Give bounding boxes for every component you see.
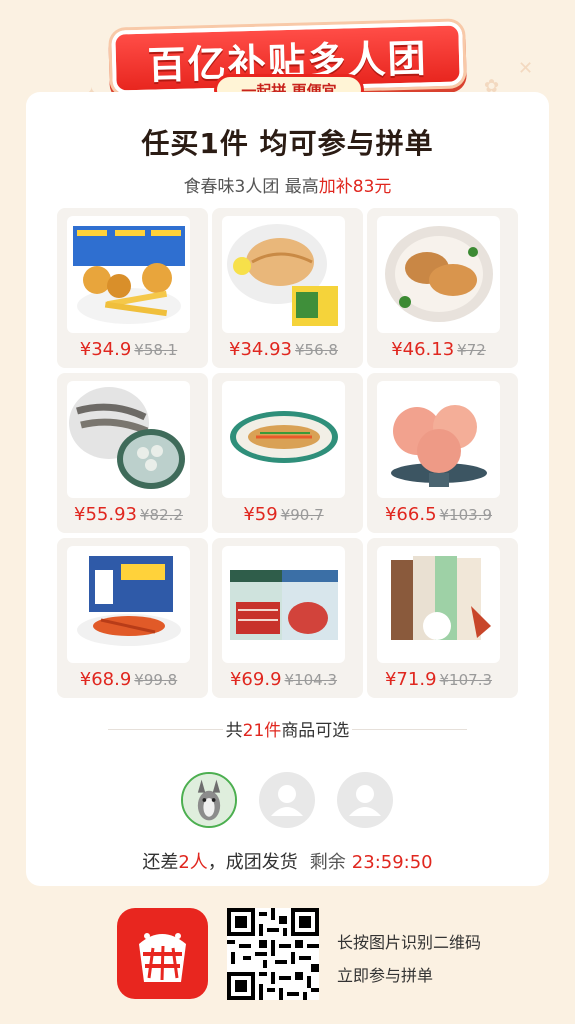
- product-card[interactable]: ¥34.93 ¥56.8: [212, 208, 363, 368]
- product-price: ¥59: [243, 504, 278, 525]
- product-original-price: ¥103.9: [439, 506, 493, 524]
- product-count-number: 21件: [242, 721, 282, 741]
- product-original-price: ¥90.7: [280, 506, 324, 524]
- group-status-suffix: ，成团发货: [207, 852, 298, 873]
- product-image-beef-slices: [222, 546, 345, 663]
- product-price: ¥66.5: [384, 504, 437, 525]
- product-image-lobster-box: [67, 546, 190, 663]
- product-card[interactable]: ¥55.93 ¥82.2: [57, 373, 208, 533]
- product-image-pork-cutlet: [377, 216, 500, 333]
- footer-instructions: 长按图片识别二维码 立即参与拼单: [337, 926, 481, 992]
- price-row: ¥69.9 ¥104.3: [212, 669, 355, 690]
- product-original-price: ¥72: [457, 341, 486, 359]
- product-price: ¥69.9: [229, 669, 282, 690]
- price-row: ¥66.5 ¥103.9: [367, 504, 510, 525]
- countdown-timer: 23:59:50: [351, 852, 433, 873]
- product-price: ¥46.13: [391, 339, 455, 360]
- product-image-shrimp-balls: [377, 381, 500, 498]
- product-card[interactable]: ¥66.5 ¥103.9: [367, 373, 518, 533]
- product-price: ¥68.9: [79, 669, 132, 690]
- product-count: 共21件商品可选: [26, 716, 549, 741]
- subsidy-info: 食春味3人团 最高加补83元: [26, 172, 549, 197]
- product-original-price: ¥56.8: [295, 341, 338, 359]
- price-row: ¥68.9 ¥99.8: [57, 669, 200, 690]
- product-card[interactable]: ¥68.9 ¥99.8: [57, 538, 208, 698]
- pinduoduo-logo: [117, 908, 208, 999]
- product-count-suffix: 商品可选: [281, 721, 350, 741]
- product-card[interactable]: ¥34.9 ¥58.1: [57, 208, 208, 368]
- product-price: ¥34.9: [79, 339, 132, 360]
- product-image-shrimp: [67, 381, 190, 498]
- product-card[interactable]: ¥71.9 ¥107.3: [367, 538, 518, 698]
- price-row: ¥34.93 ¥56.8: [212, 339, 355, 360]
- product-original-price: ¥104.3: [284, 671, 338, 689]
- empty-avatar-icon: [259, 772, 315, 828]
- price-row: ¥59 ¥90.7: [212, 504, 355, 525]
- product-original-price: ¥99.8: [134, 671, 178, 689]
- avatar: [181, 772, 237, 828]
- price-row: ¥46.13 ¥72: [367, 339, 510, 360]
- main-card: 任买1件 均可参与拼单 食春味3人团 最高加补83元 ¥34.9 ¥58.1 ¥…: [26, 92, 549, 886]
- product-image-chicken-breast: [222, 216, 345, 333]
- product-image-fried-snacks: [67, 216, 190, 333]
- product-card[interactable]: ¥59 ¥90.7: [212, 373, 363, 533]
- members-needed: 2人: [178, 852, 208, 873]
- product-original-price: ¥107.3: [439, 671, 493, 689]
- price-row: ¥55.93 ¥82.2: [57, 504, 200, 525]
- scan-instruction: 长按图片识别二维码: [337, 933, 482, 952]
- price-row: ¥71.9 ¥107.3: [367, 669, 510, 690]
- page-title: 任买1件 均可参与拼单: [141, 127, 434, 160]
- empty-avatar-icon: [337, 772, 393, 828]
- product-price: ¥55.93: [74, 504, 138, 525]
- product-original-price: ¥58.1: [134, 341, 178, 359]
- product-image-steamed-fish: [222, 381, 345, 498]
- price-row: ¥34.9 ¥58.1: [57, 339, 200, 360]
- product-card[interactable]: ¥46.13 ¥72: [367, 208, 518, 368]
- product-image-ice-cream: [377, 546, 500, 663]
- product-card[interactable]: ¥69.9 ¥104.3: [212, 538, 363, 698]
- subsidy-amount: 加补83元: [318, 177, 392, 197]
- remaining-label: 剩余: [309, 852, 346, 873]
- qr-code[interactable]: [227, 908, 319, 1000]
- product-original-price: ¥82.2: [140, 506, 183, 524]
- product-grid: ¥34.9 ¥58.1 ¥34.93 ¥56.8 ¥46.13 ¥72 ¥55.…: [57, 208, 518, 698]
- group-status: 还差2人，成团发货 剩余 23:59:50: [26, 848, 549, 874]
- product-count-prefix: 共: [225, 721, 243, 741]
- subsidy-info-prefix: 食春味3人团 最高: [183, 177, 319, 197]
- product-price: ¥34.93: [229, 339, 293, 360]
- group-status-prefix: 还差: [142, 852, 179, 873]
- join-instruction: 立即参与拼单: [337, 966, 434, 985]
- product-price: ¥71.9: [384, 669, 437, 690]
